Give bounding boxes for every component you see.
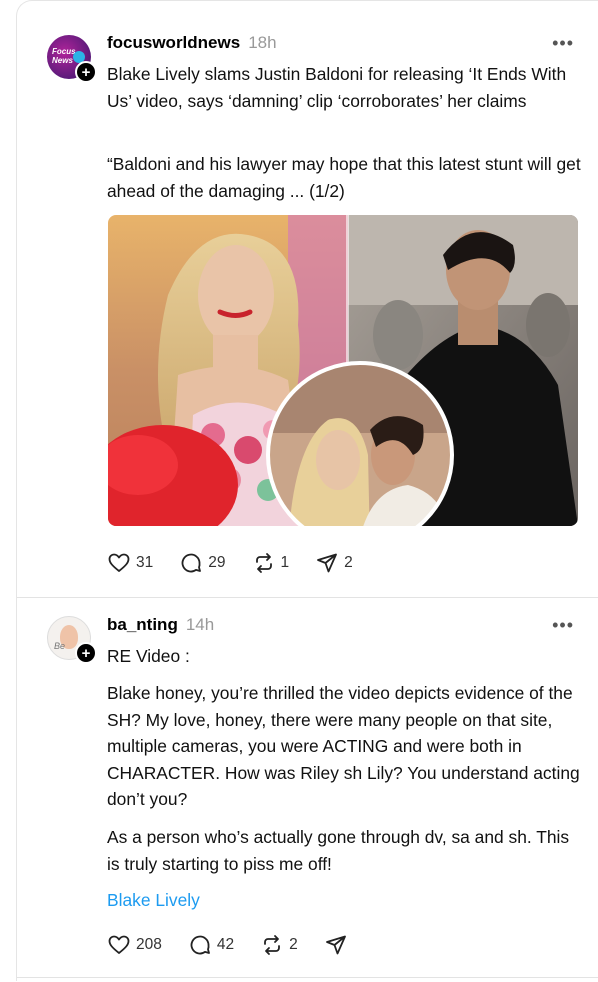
username[interactable]: ba_nting — [107, 615, 178, 634]
repost-button[interactable]: 2 — [260, 933, 298, 957]
more-icon[interactable]: ••• — [552, 33, 574, 54]
post-headline: Blake Lively slams Justin Baldoni for re… — [107, 64, 567, 111]
repost-icon — [255, 553, 272, 573]
plus-icon[interactable]: + — [75, 61, 97, 83]
username[interactable]: focusworldnews — [107, 33, 240, 52]
like-button[interactable]: 31 — [107, 551, 153, 575]
post-time: 14h — [185, 615, 215, 634]
reply-button[interactable]: 42 — [188, 933, 234, 957]
post-header: ba_nting 14h — [107, 615, 214, 635]
post-ba-nting[interactable]: Be + ba_nting 14h ••• RE Video : Blake ho… — [17, 598, 598, 982]
post-paragraph-2: As a person who’s actually gone through … — [107, 827, 570, 874]
share-button[interactable] — [324, 933, 353, 957]
post-focusworldnews[interactable]: Focus News + focusworldnews 18h ••• Blake… — [17, 1, 598, 597]
like-count: 31 — [136, 554, 154, 571]
post-header: focusworldnews 18h — [107, 33, 277, 53]
comment-icon — [190, 935, 210, 955]
repost-button[interactable]: 1 — [252, 551, 290, 575]
topic-tag-link[interactable]: Blake Lively — [107, 890, 200, 911]
post-paragraph-1: Blake honey, you’re thrilled the video d… — [107, 683, 580, 809]
post-line: RE Video : — [107, 646, 190, 666]
share-icon — [325, 935, 346, 955]
share-icon — [317, 553, 338, 573]
comment-icon — [181, 553, 202, 573]
share-count: 2 — [344, 554, 353, 571]
repost-count: 2 — [289, 936, 298, 953]
avatar-signature-text: Be — [54, 641, 66, 651]
heart-icon — [108, 553, 130, 572]
share-button[interactable]: 2 — [315, 551, 353, 575]
heart-icon — [108, 935, 130, 954]
like-count: 208 — [136, 936, 162, 953]
reply-button[interactable]: 29 — [179, 551, 226, 575]
reply-count: 29 — [208, 554, 226, 571]
plus-icon[interactable]: + — [75, 642, 97, 664]
post-actions: 31 29 1 2 — [107, 551, 379, 575]
avatar[interactable]: Be + — [47, 616, 97, 664]
feed-panel: Focus News + focusworldnews 18h ••• Blake… — [16, 0, 598, 981]
post-actions: 208 42 2 — [107, 933, 379, 957]
post-time: 18h — [248, 33, 277, 52]
repost-icon — [264, 935, 281, 955]
avatar[interactable]: Focus News + — [47, 35, 97, 83]
like-button[interactable]: 208 — [107, 933, 162, 957]
post-divider — [17, 977, 598, 978]
more-icon[interactable]: ••• — [552, 615, 574, 636]
reply-count: 42 — [216, 936, 235, 953]
repost-count: 1 — [280, 554, 290, 571]
post-image[interactable] — [108, 215, 578, 526]
post-body: “Baldoni and his lawyer may hope that th… — [107, 154, 581, 201]
